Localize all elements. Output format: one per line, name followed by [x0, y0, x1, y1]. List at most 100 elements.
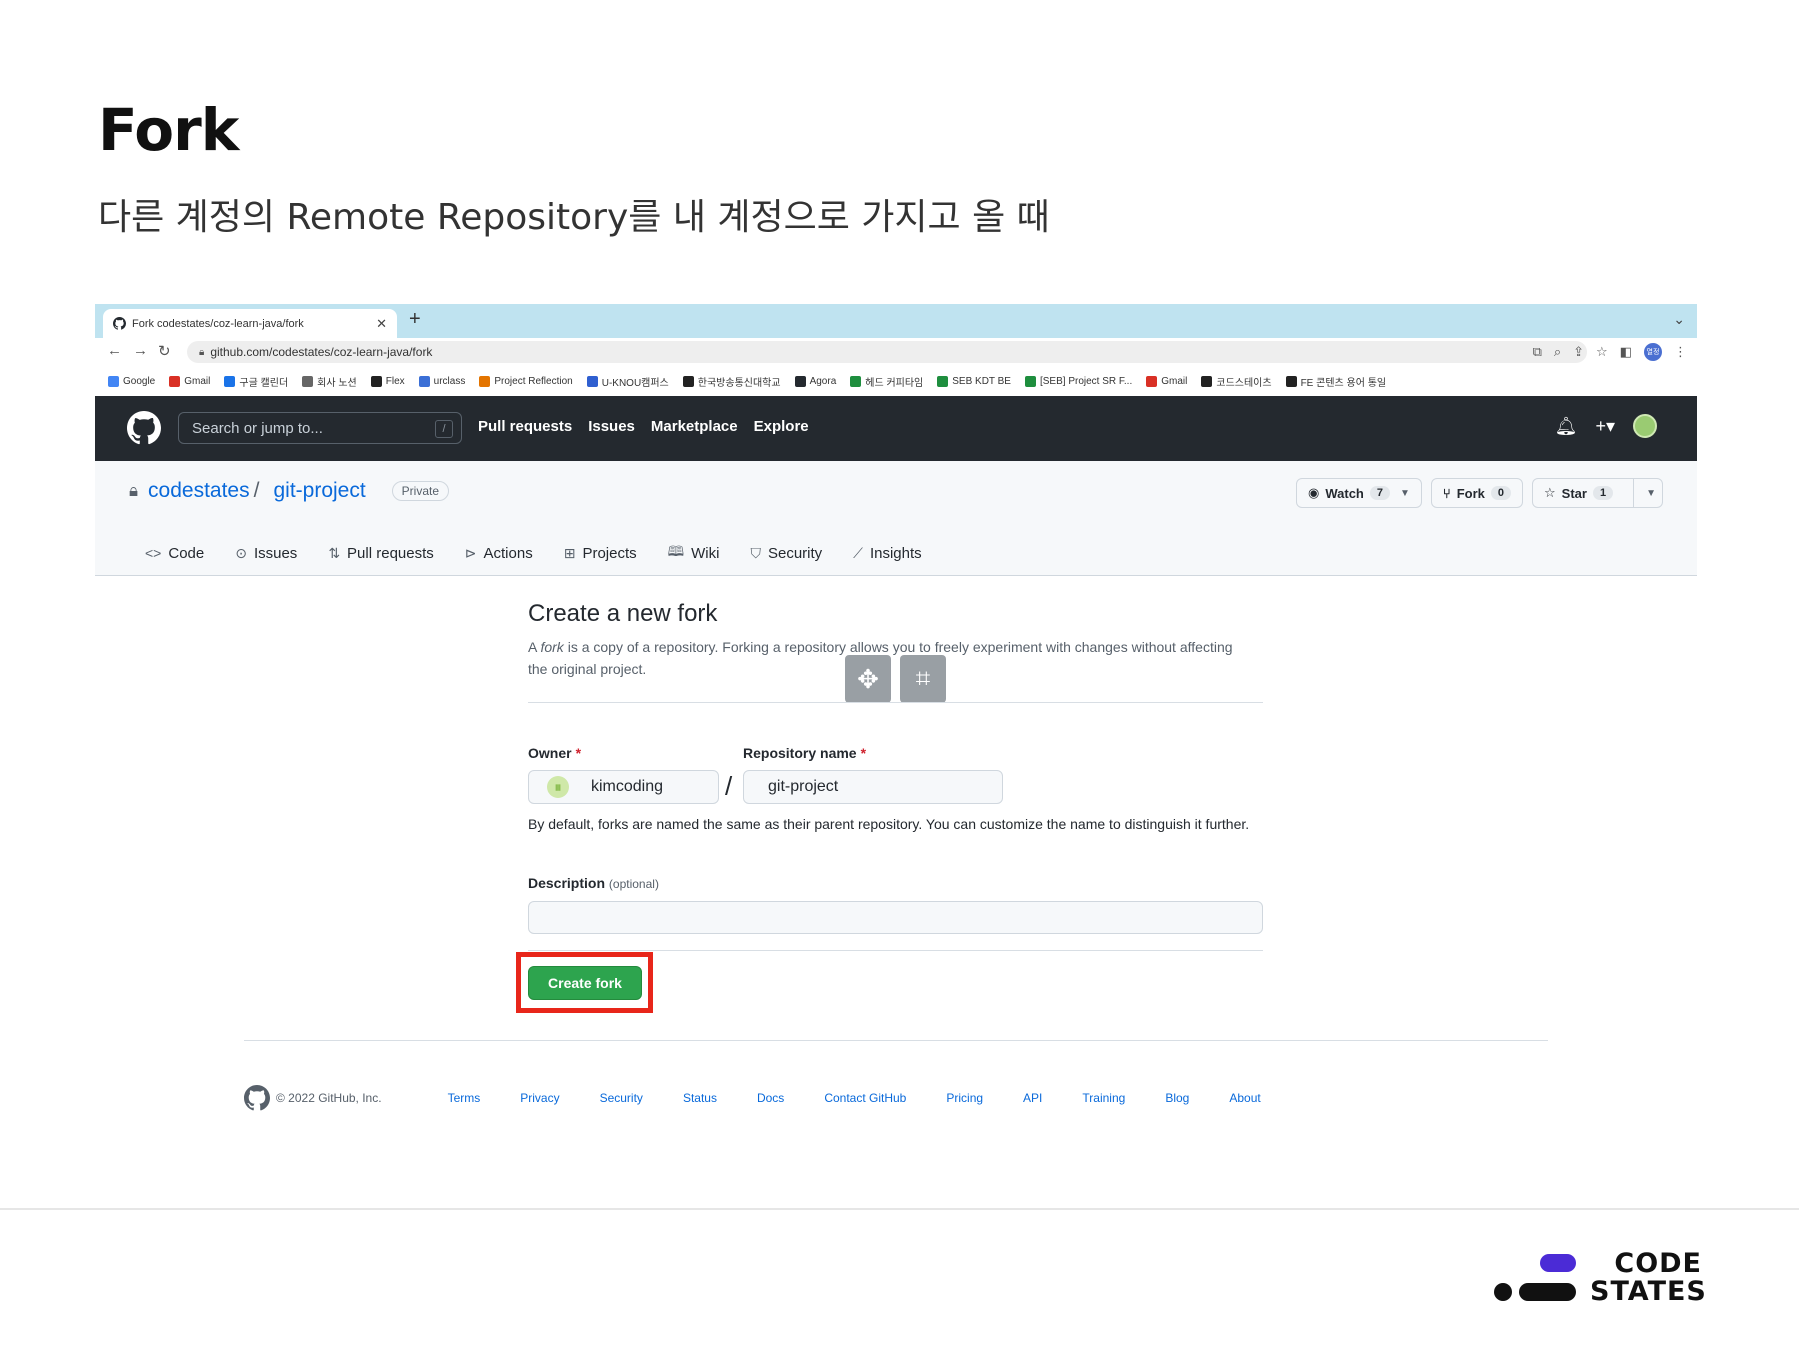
repository-name-input[interactable]: git-project: [743, 770, 1003, 804]
repo-actions: ◉ Watch 7 ▼ ⑂ Fork 0 ☆ Star 1 ▼: [1296, 478, 1663, 508]
reload-icon[interactable]: ↻: [158, 342, 171, 360]
tab-title: Fork codestates/coz-learn-java/fork: [132, 317, 304, 330]
share-icon[interactable]: ⇪: [1573, 344, 1584, 360]
nav-explore[interactable]: Explore: [754, 418, 809, 435]
url-input[interactable]: 🔒︎ github.com/codestates/coz-learn-java/…: [187, 341, 1587, 363]
footer-link[interactable]: Security: [600, 1091, 643, 1105]
close-icon[interactable]: ✕: [376, 316, 387, 332]
watch-button[interactable]: ◉ Watch 7 ▼: [1296, 478, 1422, 508]
bookmark-item[interactable]: Google: [108, 375, 155, 387]
browser-tab[interactable]: Fork codestates/coz-learn-java/fork ✕: [103, 309, 397, 338]
plus-dropdown-icon[interactable]: +▾: [1595, 416, 1615, 437]
tab-actions[interactable]: ⊳ Actions: [465, 541, 533, 565]
nav-marketplace[interactable]: Marketplace: [651, 418, 738, 435]
search-input[interactable]: Search or jump to... /: [178, 412, 462, 444]
tab-label: Issues: [253, 544, 298, 562]
star-dropdown-icon[interactable]: ▼: [1633, 479, 1656, 507]
footer-link[interactable]: Contact GitHub: [824, 1091, 906, 1105]
tab-issues[interactable]: ⊙ Issues: [235, 541, 297, 565]
bookmark-favicon-icon: [1201, 375, 1213, 387]
bookmark-item[interactable]: [SEB] Project SR F...: [1024, 375, 1133, 387]
desc-emphasis: fork: [540, 639, 564, 655]
github-logo-icon[interactable]: [127, 411, 161, 445]
chevron-down-icon[interactable]: ⌄: [1673, 311, 1685, 328]
github-logo-icon[interactable]: [244, 1085, 270, 1111]
nav-issues[interactable]: Issues: [588, 418, 635, 435]
crop-icon[interactable]: ⌗: [900, 655, 946, 703]
optional-note: (optional): [608, 877, 659, 891]
bookmark-label: Flex: [385, 375, 405, 387]
bookmark-item[interactable]: 구글 캘린더: [224, 374, 288, 389]
bookmark-label: 코드스테이츠: [1216, 377, 1272, 389]
footer-link[interactable]: API: [1023, 1091, 1042, 1105]
tab-insights[interactable]: ⟋ Insights: [853, 541, 922, 565]
nav-pull-requests[interactable]: Pull requests: [478, 418, 572, 435]
bookmark-item[interactable]: Gmail: [1146, 375, 1187, 387]
bookmark-item[interactable]: FE 콘텐츠 용어 통일: [1285, 374, 1387, 389]
back-icon[interactable]: ←: [107, 342, 122, 359]
bookmark-item[interactable]: 헤드 커피타임: [850, 374, 923, 389]
zoom-icon[interactable]: ⌕: [1554, 344, 1561, 360]
owner-label: Owner *: [528, 745, 581, 761]
tab-code[interactable]: <> Code: [145, 541, 204, 565]
repo-owner-link[interactable]: codestates: [148, 479, 250, 503]
footer-link[interactable]: Training: [1082, 1091, 1125, 1105]
bookmark-item[interactable]: U-KNOU캠퍼스: [586, 374, 669, 389]
lock-icon: 🔒︎: [199, 346, 205, 358]
repo-tabs: <> Code ⊙ Issues ⇅ Pull requests ⊳ Actions ⊞…: [145, 541, 922, 565]
bookmark-favicon-icon: [224, 375, 236, 387]
new-tab-icon[interactable]: +: [409, 308, 421, 331]
bookmark-item[interactable]: urclass: [418, 375, 465, 387]
avatar[interactable]: [1633, 414, 1657, 438]
tab-projects[interactable]: ⊞ Projects: [564, 541, 637, 565]
bookmark-item[interactable]: Project Reflection: [479, 375, 573, 387]
search-placeholder: Search or jump to...: [192, 419, 323, 437]
slide-divider: [0, 1208, 1799, 1210]
footer-link[interactable]: Terms: [448, 1091, 481, 1105]
forward-icon[interactable]: →: [133, 342, 148, 359]
repo-name-link[interactable]: git-project: [273, 479, 365, 503]
bookmark-item[interactable]: Agora: [794, 375, 836, 387]
bookmark-item[interactable]: Flex: [370, 375, 405, 387]
profile-avatar[interactable]: 열정: [1644, 343, 1662, 361]
create-fork-button[interactable]: Create fork: [528, 966, 642, 1000]
repo-label-text: Repository name: [743, 745, 857, 761]
bookmark-item[interactable]: 코드스테이츠: [1201, 374, 1272, 389]
footer-link[interactable]: Pricing: [946, 1091, 983, 1105]
bookmark-label: FE 콘텐츠 용어 통일: [1300, 377, 1387, 389]
bookmark-favicon-icon: [1285, 375, 1297, 387]
bookmark-label: [SEB] Project SR F...: [1039, 375, 1133, 387]
bookmark-label: 구글 캘린더: [239, 377, 289, 389]
bookmark-item[interactable]: 회사 노션: [302, 374, 357, 389]
fork-button[interactable]: ⑂ Fork 0: [1430, 478, 1524, 508]
tab-pull-requests[interactable]: ⇅ Pull requests: [328, 541, 433, 565]
codestates-wordmark: CODE STATES: [1590, 1250, 1706, 1306]
bookmark-item[interactable]: 한국방송통신대학교: [682, 374, 781, 389]
search-shortcut-hint: /: [435, 420, 453, 438]
kebab-menu-icon[interactable]: ⋮: [1674, 344, 1687, 360]
bookmark-label: Gmail: [184, 375, 211, 387]
footer-link[interactable]: Privacy: [520, 1091, 559, 1105]
footer-link[interactable]: About: [1229, 1091, 1260, 1105]
description-input[interactable]: [528, 901, 1263, 934]
owner-select[interactable]: ⏸ kimcoding: [528, 770, 719, 804]
browser-tabbar: Fork codestates/coz-learn-java/fork ✕ + …: [95, 304, 1697, 338]
star-button[interactable]: ☆ Star 1 ▼: [1532, 478, 1663, 508]
tab-wiki[interactable]: 🕮︎ Wiki: [668, 541, 720, 565]
bookmark-item[interactable]: Gmail: [169, 375, 211, 387]
footer-link[interactable]: Docs: [757, 1091, 784, 1105]
footer-link[interactable]: Status: [683, 1091, 717, 1105]
fork-label: Fork: [1456, 485, 1485, 501]
graph-icon: ⟋: [853, 544, 863, 561]
github-header: Search or jump to... / Pull requests Iss…: [95, 396, 1697, 461]
bookmark-star-icon[interactable]: ☆: [1596, 344, 1608, 360]
move-icon[interactable]: ✥: [845, 655, 891, 703]
bell-icon[interactable]: 🔔︎: [1555, 416, 1578, 437]
sidepanel-icon[interactable]: ◧: [1620, 344, 1632, 360]
translate-icon[interactable]: ⧉: [1533, 344, 1542, 360]
bookmark-item[interactable]: SEB KDT BE: [937, 375, 1011, 387]
github-header-right: 🔔︎ +▾: [1555, 414, 1657, 438]
tab-security[interactable]: ⛉ Security: [750, 541, 822, 565]
bookmark-favicon-icon: [682, 375, 694, 387]
footer-link[interactable]: Blog: [1165, 1091, 1189, 1105]
